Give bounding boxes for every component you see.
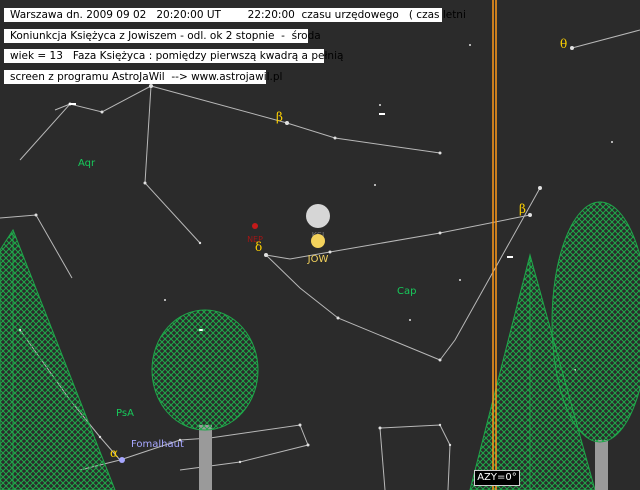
greek-label-alpha: α [110,446,118,460]
greek-label-beta-aqr: β [276,110,283,124]
jupiter-icon[interactable] [311,234,325,248]
azimuth-readout: AZY=0° [474,470,520,486]
tree-left [0,228,116,490]
info-line-conjunction: Koniunkcja Księżyca z Jowiszem - odl. ok… [4,29,321,43]
constellation-label-psa: PsA [116,408,134,419]
moon-icon[interactable] [306,204,330,228]
jupiter-label: JOW [307,254,329,265]
greek-label-theta: θ [560,37,567,51]
greek-label-beta-cap: β [519,202,526,216]
tree-center [151,309,259,490]
info-line-source: screen z programu AstroJaWil --> www.ast… [4,70,282,84]
star-label-fomalhaut: Fomalhaut [131,439,184,450]
info-line-date-time: Warszawa dn. 2009 09 02 20:20:00 UT 22:2… [4,8,466,22]
neptune-icon[interactable] [252,223,258,229]
sky-chart[interactable]: KSI JOW NEP Aqr Cap PsA Fomalhaut β β θ … [0,0,640,490]
minor-bodies [69,103,513,331]
greek-label-delta: δ [255,240,262,254]
constellation-label-cap: Cap [397,286,416,297]
constellation-label-aqr: Aqr [78,158,96,169]
info-line-moon-phase: wiek = 13 Faza Księżyca : pomiędzy pierw… [4,49,343,63]
fomalhaut-star[interactable] [119,457,125,463]
